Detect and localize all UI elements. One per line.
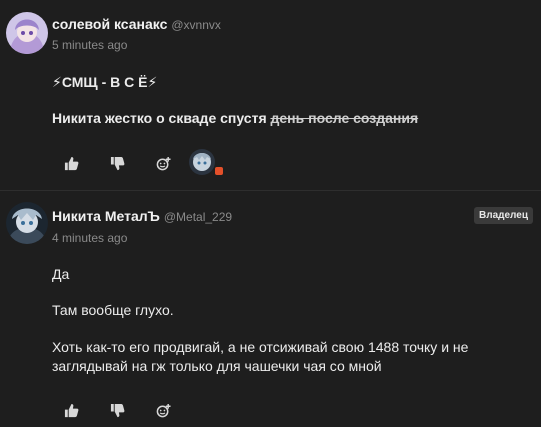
- comment-line: ⚡СМЩ - В С Ё⚡: [52, 74, 158, 90]
- author-handle: @Metal_229: [163, 210, 233, 224]
- add-reaction-icon[interactable]: [155, 402, 171, 418]
- add-reaction-icon[interactable]: [155, 155, 171, 171]
- timestamp[interactable]: 5 minutes ago: [52, 38, 127, 52]
- owner-badge: Владелец: [474, 207, 533, 224]
- comment-actions: [63, 155, 201, 171]
- author-name[interactable]: Никита МеталЪ @Metal_229: [52, 208, 232, 224]
- comment-line: заглядывай на гж только для чашечки чая …: [52, 358, 382, 374]
- author-handle: @xvnnvx: [171, 18, 221, 32]
- timestamp[interactable]: 4 minutes ago: [52, 231, 127, 245]
- avatar[interactable]: [6, 12, 48, 54]
- avatar[interactable]: [6, 202, 48, 244]
- strikethrough-text: день после создания: [270, 110, 419, 126]
- thumbs-down-icon[interactable]: [109, 402, 125, 418]
- reaction-badge: [215, 167, 223, 175]
- author-name[interactable]: солевой ксанакс @xvnnvx: [52, 16, 221, 32]
- comment-line: Хоть как-то его продвигай, а не отсижива…: [52, 339, 469, 355]
- comment-text: Никита жестко о скваде спустя: [52, 110, 267, 126]
- comment-line: Никита жестко о скваде спустя день после…: [52, 109, 418, 128]
- thumbs-up-icon[interactable]: [63, 402, 79, 418]
- comment-line: Да: [52, 266, 70, 282]
- comment-line: Там вообще глухо.: [52, 302, 174, 318]
- comment-1: солевой ксанакс @xvnnvx 5 minutes ago ⚡СМ…: [0, 0, 541, 190]
- thumbs-up-icon[interactable]: [63, 155, 79, 171]
- comment-actions: [63, 402, 201, 418]
- reactor-avatar[interactable]: [189, 149, 215, 175]
- thumbs-down-icon[interactable]: [109, 155, 125, 171]
- comment-2: Никита МеталЪ @Metal_229 Владелец 4 minut…: [0, 191, 541, 427]
